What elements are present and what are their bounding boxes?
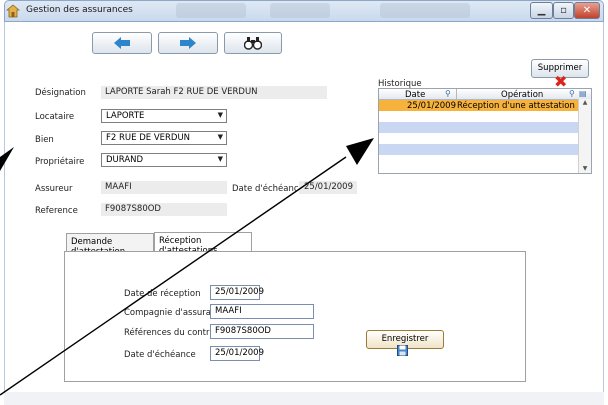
annotation-arrow-line bbox=[0, 156, 347, 396]
annotation-arrowhead bbox=[346, 138, 374, 165]
annotation-arrowhead bbox=[0, 147, 14, 171]
annotation-arrows bbox=[0, 138, 374, 396]
